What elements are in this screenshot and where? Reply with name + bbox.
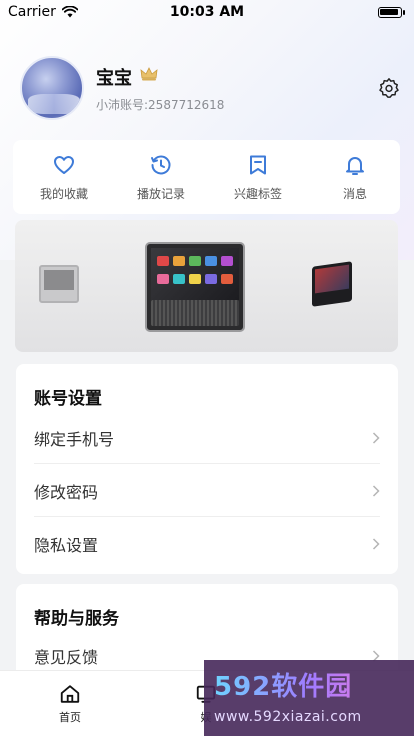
gear-icon[interactable] bbox=[378, 77, 400, 99]
account-settings-card: 账号设置 绑定手机号 修改密码 隐私设置 bbox=[16, 364, 398, 574]
quick-favorites-label: 我的收藏 bbox=[39, 186, 88, 201]
heart-icon bbox=[54, 155, 74, 174]
home-icon bbox=[60, 685, 80, 703]
bookmark-icon bbox=[250, 155, 266, 174]
device-image-right bbox=[312, 261, 352, 307]
quick-interest-tags-label: 兴趣标签 bbox=[233, 186, 282, 201]
battery-icon bbox=[378, 6, 405, 18]
row-privacy-settings-label: 隐私设置 bbox=[34, 536, 99, 555]
quick-messages-label: 消息 bbox=[342, 186, 367, 201]
account-id: 小沛账号:2587712618 bbox=[96, 98, 225, 112]
status-time: 10:03 AM bbox=[169, 4, 245, 20]
account-settings-title: 账号设置 bbox=[34, 389, 102, 409]
status-bar: Carrier 10:03 AM bbox=[0, 0, 414, 24]
profile-header: 宝宝 小沛账号:2587712618 bbox=[20, 56, 400, 120]
battery-level bbox=[380, 8, 398, 15]
quick-messages[interactable]: 消息 bbox=[320, 153, 390, 202]
quick-actions-card: 我的收藏 播放记录 兴趣标签 消息 bbox=[13, 140, 400, 214]
history-icon bbox=[151, 155, 171, 174]
quick-history[interactable]: 播放记录 bbox=[126, 153, 196, 202]
tab-home-label: 首页 bbox=[59, 711, 81, 724]
device-image-center bbox=[145, 242, 245, 332]
quick-history-label: 播放记录 bbox=[136, 186, 185, 201]
help-service-title: 帮助与服务 bbox=[34, 609, 119, 629]
quick-favorites[interactable]: 我的收藏 bbox=[29, 153, 99, 202]
device-image-left bbox=[39, 265, 79, 303]
crown-icon bbox=[140, 67, 158, 81]
chevron-right-icon bbox=[372, 538, 380, 550]
watermark-title: 592软件园 bbox=[214, 666, 404, 703]
watermark-url: www.592xiazai.com bbox=[214, 709, 362, 725]
user-name: 宝宝 bbox=[96, 68, 132, 89]
watermark: 592软件园 www.592xiazai.com bbox=[204, 660, 414, 736]
row-bind-phone[interactable]: 绑定手机号 bbox=[34, 412, 380, 464]
bell-icon bbox=[346, 156, 364, 175]
row-change-password[interactable]: 修改密码 bbox=[34, 465, 380, 517]
promo-banner[interactable] bbox=[15, 220, 398, 352]
row-feedback-label: 意见反馈 bbox=[34, 648, 99, 667]
chevron-right-icon bbox=[372, 431, 380, 444]
tab-home[interactable]: 首页 bbox=[40, 683, 100, 725]
row-bind-phone-label: 绑定手机号 bbox=[34, 429, 115, 449]
row-privacy-settings[interactable]: 隐私设置 bbox=[34, 518, 380, 570]
avatar[interactable] bbox=[20, 56, 84, 120]
row-change-password-label: 修改密码 bbox=[34, 482, 99, 502]
quick-interest-tags[interactable]: 兴趣标签 bbox=[223, 153, 293, 202]
chevron-right-icon bbox=[372, 484, 380, 497]
